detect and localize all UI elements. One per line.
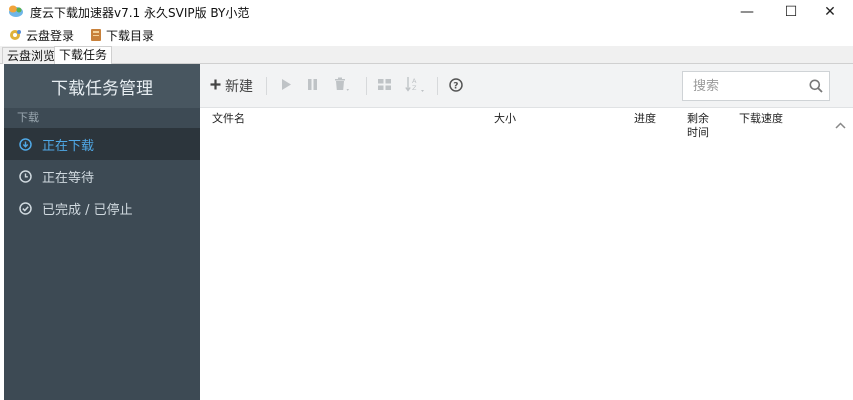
column-size[interactable]: 大小 — [494, 112, 516, 126]
menu-item-label: 下载目录 — [106, 28, 155, 43]
close-button[interactable]: ✕ — [808, 0, 852, 24]
sidebar-item-completed[interactable]: 已完成 / 已停止 — [4, 192, 200, 224]
search-box — [682, 71, 830, 101]
gear-star-icon — [8, 28, 22, 42]
table-header: 文件名 大小 进度 剩余 时间 下载速度 — [200, 108, 832, 144]
download-circle-icon — [19, 137, 32, 151]
search-icon[interactable] — [809, 79, 823, 96]
app-logo-icon — [8, 4, 24, 18]
menu-item-cloud-login[interactable]: 云盘登录 — [0, 24, 82, 46]
sidebar-section-label: 下载 — [4, 108, 200, 128]
sort-button[interactable]: AZ — [402, 64, 428, 108]
trash-icon — [334, 77, 350, 95]
new-task-label: 新建 — [225, 79, 253, 95]
column-progress[interactable]: 进度 — [634, 112, 656, 126]
sidebar-item-downloading[interactable]: 正在下载 — [4, 128, 200, 160]
menu-item-download-dir[interactable]: 下载目录 — [82, 24, 162, 46]
toolbar-divider — [266, 77, 267, 95]
play-icon — [281, 78, 292, 94]
sidebar-item-label: 正在等待 — [42, 170, 95, 186]
column-download-speed[interactable]: 下载速度 — [739, 112, 783, 126]
sidebar-item-label: 已完成 / 已停止 — [42, 202, 133, 218]
start-button[interactable] — [276, 64, 296, 108]
toolbar-divider — [366, 77, 367, 95]
help-button[interactable]: ? — [446, 64, 466, 108]
svg-text:?: ? — [453, 81, 458, 91]
svg-text:Z: Z — [412, 84, 417, 92]
tab-strip: 云盘浏览 下载任务 — [0, 46, 853, 64]
search-input[interactable] — [683, 72, 803, 100]
sort-az-icon: AZ — [405, 76, 425, 96]
new-task-button[interactable]: 新建 — [210, 64, 253, 108]
toolbar-divider — [437, 77, 438, 95]
toolbar: 新建 AZ ? 搜索 — [200, 64, 853, 108]
layout-button[interactable] — [374, 64, 394, 108]
folder-icon — [90, 28, 102, 42]
minimize-button[interactable]: — — [725, 0, 769, 24]
maximize-button[interactable]: ☐ — [769, 0, 813, 24]
column-remaining-time[interactable]: 剩余 时间 — [687, 112, 709, 140]
pause-button[interactable] — [302, 64, 322, 108]
pause-icon — [307, 78, 318, 94]
clock-icon — [19, 169, 32, 183]
tab-download-tasks[interactable]: 下载任务 — [54, 46, 113, 64]
window-title: 度云下载加速器v7.1 永久SVIP版 BY小范 — [30, 6, 250, 20]
sidebar-item-waiting[interactable]: 正在等待 — [4, 160, 200, 192]
tab-cloud-browse[interactable]: 云盘浏览 — [2, 47, 61, 64]
check-circle-icon — [19, 201, 32, 215]
column-filename[interactable]: 文件名 — [212, 112, 245, 126]
delete-button[interactable] — [330, 64, 354, 108]
help-icon: ? — [449, 77, 463, 95]
vertical-scrollbar[interactable] — [832, 108, 853, 400]
menu-item-label: 云盘登录 — [26, 28, 75, 43]
sidebar: 下载任务管理 下载 正在下载 正在等待 已完成 / 已停止 — [4, 64, 200, 400]
menu-bar: 云盘登录 下载目录 — [0, 24, 853, 46]
sidebar-title: 下载任务管理 — [4, 64, 200, 108]
main-panel: 新建 AZ ? 搜索 文件名 大小 进度 剩余 时间 下载速度 — [200, 64, 853, 400]
grid-icon — [377, 79, 391, 93]
sidebar-item-label: 正在下载 — [42, 138, 95, 154]
title-bar: 度云下载加速器v7.1 永久SVIP版 BY小范 — ☐ ✕ — [0, 0, 853, 24]
plus-icon — [210, 78, 221, 94]
scroll-up-arrow-icon[interactable] — [835, 118, 846, 132]
